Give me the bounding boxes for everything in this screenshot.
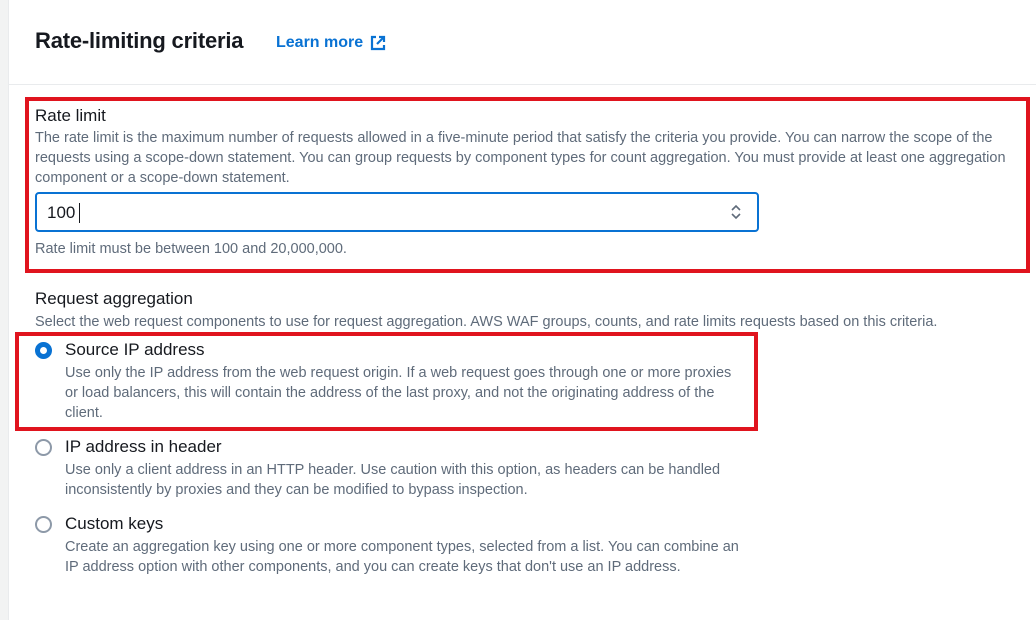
- radio-title-ip-header: IP address in header: [65, 437, 222, 456]
- learn-more-link[interactable]: Learn more: [276, 34, 387, 52]
- panel-header: Rate-limiting criteria Learn more: [9, 0, 1036, 85]
- radio-description-ip-header: Use only a client address in an HTTP hea…: [65, 462, 721, 498]
- request-aggregation-description: Select the web request components to use…: [35, 314, 938, 330]
- highlight-rate-limit: [25, 97, 1030, 273]
- section-title: Rate-limiting criteria: [35, 28, 244, 53]
- rate-limiting-panel: Rate-limiting criteria Learn more Rate l…: [8, 0, 1036, 620]
- highlight-source-ip: [15, 332, 758, 431]
- request-aggregation-label: Request aggregation: [35, 289, 193, 308]
- radio-ip-header[interactable]: [35, 439, 52, 456]
- radio-description-custom-keys: Create an aggregation key using one or m…: [65, 539, 739, 575]
- external-link-icon: [371, 35, 386, 51]
- radio-title-custom-keys: Custom keys: [65, 514, 164, 533]
- learn-more-label: Learn more: [276, 34, 364, 51]
- radio-custom-keys[interactable]: [35, 516, 52, 533]
